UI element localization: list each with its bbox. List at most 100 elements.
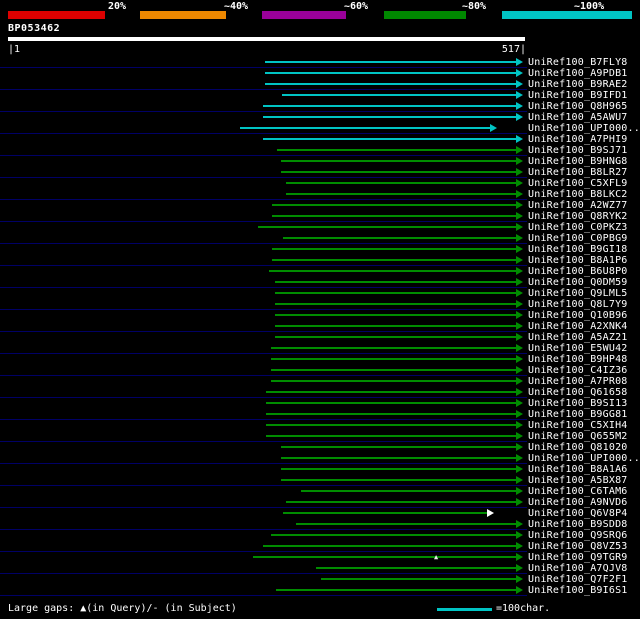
alignment-bar[interactable]: [283, 512, 487, 514]
hit-label[interactable]: UniRef100_Q81020: [528, 442, 628, 453]
alignment-bar[interactable]: [253, 556, 516, 558]
hit-label[interactable]: UniRef100_Q10B96: [528, 310, 628, 321]
alignment-bar[interactable]: [281, 457, 516, 459]
alignment-bar[interactable]: [271, 380, 516, 382]
alignment-bar[interactable]: [275, 281, 516, 283]
hit-label[interactable]: UniRef100_B9GI18: [528, 244, 628, 255]
alignment-bar[interactable]: [286, 182, 516, 184]
alignment-bar[interactable]: [281, 160, 516, 162]
alignment-bar[interactable]: [265, 83, 516, 85]
hit-label[interactable]: UniRef100_B8A1A6: [528, 464, 628, 475]
hit-label[interactable]: UniRef100_Q8VZ53: [528, 541, 628, 552]
alignment-bar[interactable]: [282, 94, 516, 96]
hit-label[interactable]: UniRef100_Q0DM59: [528, 277, 628, 288]
hit-label[interactable]: UniRef100_C4IZ36: [528, 365, 628, 376]
alignment-bar[interactable]: [272, 215, 516, 217]
hit-label[interactable]: UniRef100_B8LKC2: [528, 189, 628, 200]
hit-label[interactable]: UniRef100_UPI000..: [528, 123, 640, 134]
alignment-bar[interactable]: [266, 391, 516, 393]
hit-label[interactable]: UniRef100_B9HNG8: [528, 156, 628, 167]
hit-label[interactable]: UniRef100_C5XIH4: [528, 420, 628, 431]
hit-label[interactable]: UniRef100_A7PHI9: [528, 134, 628, 145]
alignment-bar[interactable]: [286, 193, 516, 195]
hit-label[interactable]: UniRef100_Q8RYK2: [528, 211, 628, 222]
hit-label[interactable]: UniRef100_C0PKZ3: [528, 222, 628, 233]
alignment-bar[interactable]: [283, 237, 516, 239]
hit-label[interactable]: UniRef100_A2WZ77: [528, 200, 628, 211]
alignment-bar[interactable]: [269, 270, 516, 272]
hit-label[interactable]: UniRef100_A5BX87: [528, 475, 628, 486]
hit-label[interactable]: UniRef100_Q9LML5: [528, 288, 628, 299]
hit-label[interactable]: UniRef100_B9SJ71: [528, 145, 628, 156]
hit-label[interactable]: UniRef100_A7PR08: [528, 376, 628, 387]
hit-label[interactable]: UniRef100_Q7F2F1: [528, 574, 628, 585]
hit-label[interactable]: UniRef100_A5AZ21: [528, 332, 628, 343]
alignment-bar[interactable]: [316, 567, 516, 569]
hit-label[interactable]: UniRef100_B9I6S1: [528, 585, 628, 596]
hit-label[interactable]: UniRef100_B8LR27: [528, 167, 628, 178]
hit-label[interactable]: UniRef100_A7QJV8: [528, 563, 628, 574]
alignment-bar[interactable]: [265, 61, 516, 63]
alignment-bar[interactable]: [296, 523, 516, 525]
alignment-bar[interactable]: [266, 413, 516, 415]
hit-label[interactable]: UniRef100_Q8L7Y9: [528, 299, 628, 310]
alignment-bar[interactable]: [275, 336, 516, 338]
hit-label[interactable]: UniRef100_E5WU42: [528, 343, 628, 354]
alignment-bar[interactable]: [271, 534, 516, 536]
alignment-bar[interactable]: [321, 578, 516, 580]
hit-label[interactable]: UniRef100_B9HP48: [528, 354, 628, 365]
hit-label[interactable]: UniRef100_Q6V8P4: [528, 508, 628, 519]
alignment-bar[interactable]: [272, 248, 516, 250]
hit-label[interactable]: UniRef100_B9GG81: [528, 409, 628, 420]
alignment-bar[interactable]: [266, 402, 516, 404]
alignment-bar[interactable]: [277, 149, 516, 151]
alignment-bar[interactable]: [275, 292, 516, 294]
hit-label[interactable]: UniRef100_B6U8P0: [528, 266, 628, 277]
alignment-bar[interactable]: [272, 259, 516, 261]
alignment-bar[interactable]: [271, 347, 516, 349]
alignment-bar[interactable]: [281, 171, 516, 173]
hit-label[interactable]: UniRef100_A2XNK4: [528, 321, 628, 332]
hit-label[interactable]: UniRef100_Q9TGR9: [528, 552, 628, 563]
alignment-bar[interactable]: [275, 303, 516, 305]
hit-label[interactable]: UniRef100_B9SI13: [528, 398, 628, 409]
alignment-bar[interactable]: [276, 589, 516, 591]
hit-label[interactable]: UniRef100_A9NVD6: [528, 497, 628, 508]
alignment-bar[interactable]: [271, 369, 516, 371]
hit-label[interactable]: UniRef100_B9SDD8: [528, 519, 628, 530]
alignment-bar[interactable]: [263, 138, 516, 140]
arrow-right-icon: [516, 333, 523, 341]
hit-label[interactable]: UniRef100_B9RAE2: [528, 79, 628, 90]
hit-label[interactable]: UniRef100_C5XFL9: [528, 178, 628, 189]
alignment-bar[interactable]: [266, 435, 516, 437]
alignment-bar[interactable]: [266, 424, 516, 426]
alignment-bar[interactable]: [258, 226, 516, 228]
alignment-bar[interactable]: [265, 72, 516, 74]
alignment-bar[interactable]: [272, 204, 516, 206]
alignment-bar[interactable]: [263, 116, 516, 118]
hit-label[interactable]: UniRef100_Q8H965: [528, 101, 628, 112]
alignment-bar[interactable]: [271, 358, 516, 360]
hit-label[interactable]: UniRef100_C6TAM6: [528, 486, 628, 497]
hit-label[interactable]: UniRef100_B8A1P6: [528, 255, 628, 266]
alignment-bar[interactable]: [301, 490, 516, 492]
alignment-bar[interactable]: [281, 479, 516, 481]
hit-label[interactable]: UniRef100_A5AWU7: [528, 112, 628, 123]
alignment-bar[interactable]: [281, 446, 516, 448]
hit-label[interactable]: UniRef100_C0PBG9: [528, 233, 628, 244]
hit-label[interactable]: UniRef100_UPI000..: [528, 453, 640, 464]
alignment-bar[interactable]: [281, 468, 516, 470]
alignment-bar[interactable]: [263, 545, 516, 547]
hit-label[interactable]: UniRef100_Q655M2: [528, 431, 628, 442]
hit-label[interactable]: UniRef100_B7FLY8: [528, 57, 628, 68]
arrow-right-icon: [516, 388, 523, 396]
alignment-bar[interactable]: [263, 105, 516, 107]
alignment-bar[interactable]: [240, 127, 490, 129]
alignment-bar[interactable]: [275, 325, 516, 327]
alignment-bar[interactable]: [286, 501, 516, 503]
hit-label[interactable]: UniRef100_Q61658: [528, 387, 628, 398]
hit-label[interactable]: UniRef100_A9PDB1: [528, 68, 628, 79]
alignment-bar[interactable]: [275, 314, 516, 316]
hit-label[interactable]: UniRef100_Q9SRQ6: [528, 530, 628, 541]
hit-label[interactable]: UniRef100_B9IFD1: [528, 90, 628, 101]
